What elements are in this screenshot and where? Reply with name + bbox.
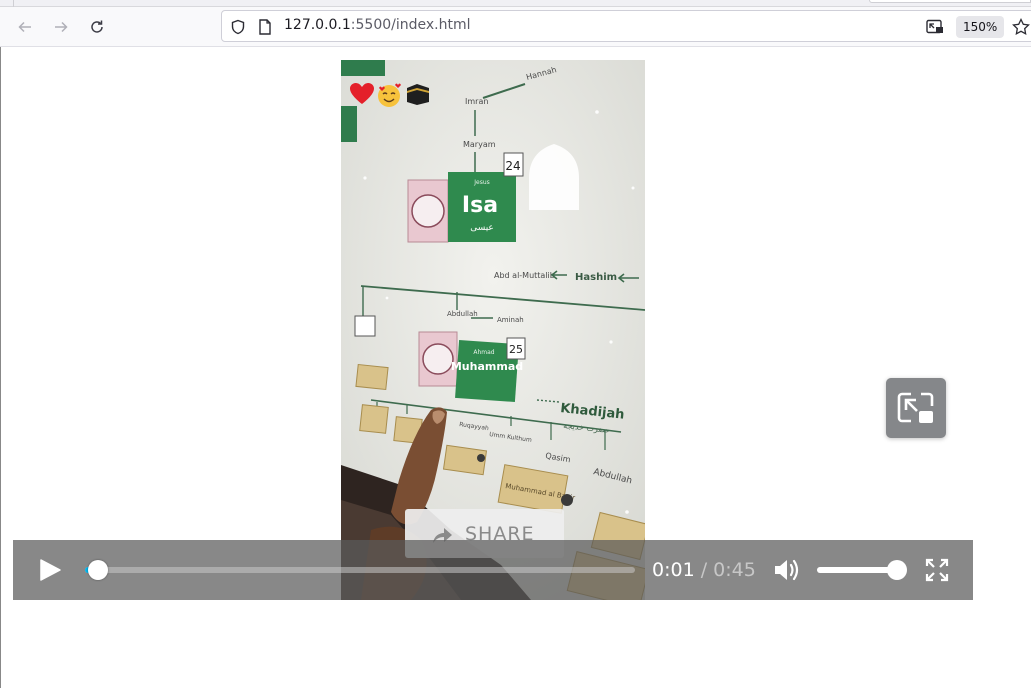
picture-in-picture-icon[interactable] bbox=[926, 19, 944, 35]
forward-button[interactable] bbox=[48, 15, 74, 39]
navigation-toolbar: 127.0.0.1:5500/index.html 150% bbox=[0, 7, 1031, 47]
duration: 0:45 bbox=[713, 559, 756, 581]
star-icon[interactable] bbox=[1012, 18, 1030, 36]
url-host: 127.0.0.1 bbox=[284, 17, 351, 33]
reload-icon bbox=[91, 20, 103, 33]
play-button[interactable] bbox=[35, 558, 65, 582]
seek-bar[interactable] bbox=[85, 560, 635, 580]
emoji-overlay bbox=[349, 82, 431, 108]
tab-strip bbox=[0, 0, 1031, 7]
page-icon[interactable] bbox=[258, 19, 272, 35]
page-border bbox=[0, 47, 1, 688]
sparkle bbox=[595, 110, 599, 114]
hashim-label: Hashim bbox=[575, 272, 617, 283]
volume-handle[interactable] bbox=[887, 560, 907, 580]
volume-level bbox=[817, 567, 897, 573]
muhammad-number: 25 bbox=[509, 343, 523, 356]
sparkle bbox=[631, 186, 635, 190]
shield-icon[interactable] bbox=[230, 19, 246, 35]
green-box-fragment bbox=[341, 60, 385, 76]
abd-al-muttalib-label: Abd al-Muttalib bbox=[494, 271, 555, 280]
sparkle bbox=[385, 296, 389, 300]
muhammad-name: Muhammad bbox=[451, 360, 523, 373]
tan-box bbox=[355, 363, 389, 391]
small-box bbox=[354, 315, 376, 337]
time-display: 0:01 / 0:45 bbox=[652, 559, 756, 581]
sparkle bbox=[625, 510, 629, 514]
reload-button[interactable] bbox=[84, 15, 110, 39]
green-box-fragment bbox=[341, 106, 357, 142]
heart-emoji-icon bbox=[350, 83, 374, 104]
isa-number: 24 bbox=[505, 159, 520, 173]
isa-arabic: عيسى bbox=[470, 223, 494, 233]
volume-button[interactable] bbox=[773, 557, 801, 583]
calligraphy-seal bbox=[411, 194, 445, 228]
smiling-face-with-hearts-icon bbox=[378, 83, 401, 107]
zoom-level-button[interactable]: 150% bbox=[956, 16, 1005, 38]
url-path: :5500/index.html bbox=[350, 17, 471, 33]
back-button[interactable] bbox=[12, 15, 38, 39]
ahmad-label: Ahmad bbox=[473, 349, 494, 356]
tab-right-edge bbox=[869, 0, 1031, 3]
time-separator: / bbox=[700, 559, 708, 581]
arrow-right-icon bbox=[55, 21, 68, 33]
fullscreen-button[interactable] bbox=[925, 558, 949, 582]
picture-in-picture-icon bbox=[897, 392, 934, 423]
aminah-label: Aminah bbox=[497, 316, 524, 324]
isa-name: Isa bbox=[462, 193, 498, 218]
tan-box bbox=[359, 404, 389, 434]
tab-edge bbox=[0, 0, 14, 7]
picture-in-picture-toggle[interactable] bbox=[886, 378, 946, 438]
sparkle bbox=[363, 176, 367, 180]
url-text[interactable]: 127.0.0.1:5500/index.html bbox=[284, 17, 471, 33]
arrow-left-icon bbox=[18, 21, 31, 33]
volume-slider[interactable] bbox=[817, 560, 907, 580]
address-bar[interactable]: 127.0.0.1:5500/index.html 150% bbox=[221, 10, 1031, 42]
seek-handle[interactable] bbox=[88, 560, 109, 580]
abdullah-label: Abdullah bbox=[447, 310, 478, 318]
current-time: 0:01 bbox=[652, 559, 695, 581]
jesus-label: Jesus bbox=[473, 179, 490, 186]
dot-marker bbox=[561, 494, 573, 506]
dot-marker bbox=[477, 454, 485, 462]
sparkle bbox=[609, 340, 613, 344]
video-controls-bar: 0:01 / 0:45 bbox=[13, 540, 973, 600]
kaaba-icon bbox=[407, 84, 429, 105]
maryam-label: Maryam bbox=[463, 140, 496, 149]
calligraphy-seal bbox=[422, 343, 454, 375]
